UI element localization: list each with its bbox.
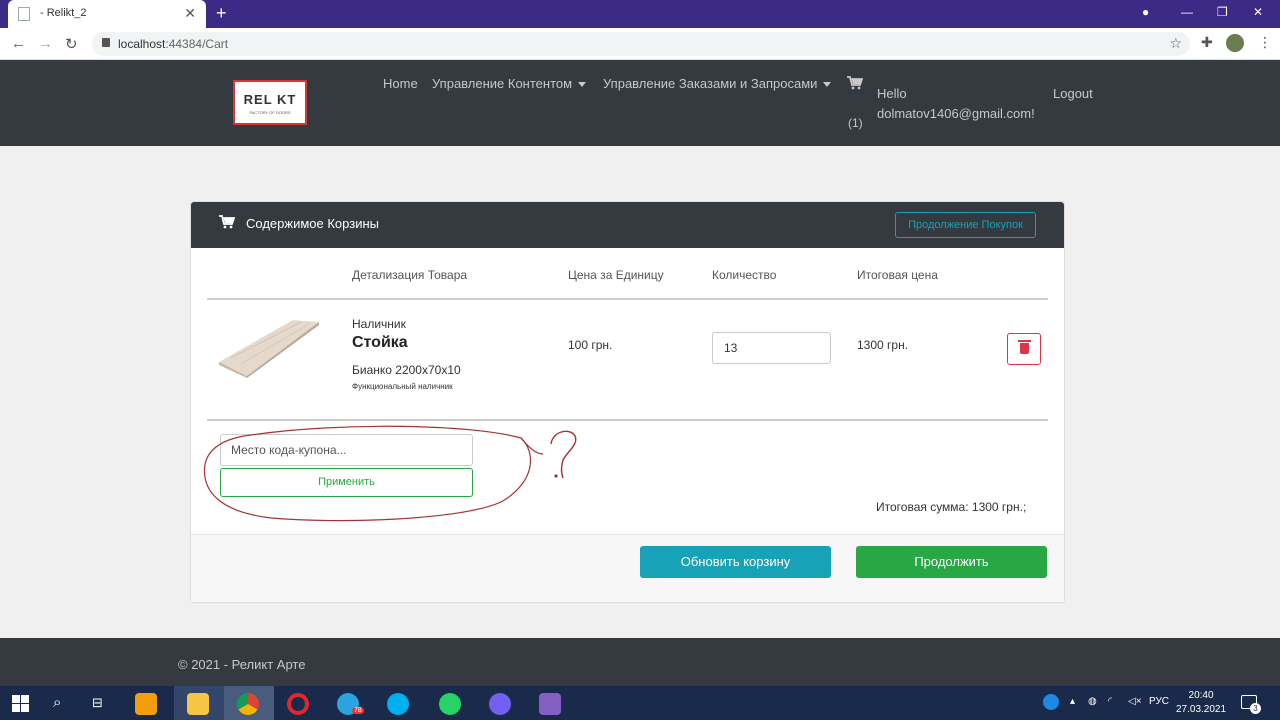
cart-card-header: Содержимое Корзины Продолжение Покупок [191, 202, 1064, 248]
logo-text: REL KT [243, 92, 297, 107]
star-icon[interactable]: ☆ [1169, 35, 1182, 52]
new-tab-icon[interactable]: + [216, 3, 227, 24]
column-header-quantity: Количество [712, 268, 777, 282]
reload-icon[interactable]: ↻ [65, 35, 78, 53]
trash-lid [1018, 340, 1031, 342]
wifi-icon[interactable]: ◜ [1108, 696, 1112, 707]
grand-total: Итоговая сумма: 1300 грн.; [876, 500, 1027, 514]
site-footer: © 2021 - Реликт Арте [0, 638, 1280, 686]
chevron-down-icon [823, 82, 832, 88]
product-image[interactable] [217, 318, 321, 378]
line-total: 1300 грн. [857, 338, 909, 352]
logo-subtitle: FACTORY OF DOORS [249, 110, 291, 115]
whatsapp-icon[interactable] [426, 686, 476, 720]
telegram-icon[interactable]: 78 [324, 686, 374, 720]
forward-icon[interactable]: → [38, 35, 53, 52]
product-name[interactable]: Стойка [352, 334, 408, 352]
puzzle-icon[interactable]: ✚ [1201, 34, 1213, 51]
proceed-button[interactable]: Продолжить [856, 546, 1047, 578]
quantity-input[interactable] [712, 332, 831, 364]
nav-content-dropdown[interactable]: Управление Контентом [432, 76, 587, 91]
divider [207, 298, 1048, 300]
lock-icon [102, 38, 110, 47]
cart-icon [219, 215, 236, 233]
url-input[interactable]: localhost:44384/Cart ☆ [92, 32, 1190, 56]
notification-count-badge: 3 [1250, 703, 1261, 714]
logout-link[interactable]: Logout [1053, 86, 1093, 101]
network-icon[interactable]: ◍ [1088, 696, 1097, 707]
cart-card-footer: Обновить корзину Продолжить [191, 534, 1064, 602]
browser-tab[interactable]: - Relikt_2 ✕ [8, 0, 206, 28]
cart-icon[interactable] [847, 76, 864, 93]
skype-icon[interactable] [374, 686, 424, 720]
site-logo[interactable]: REL KT FACTORY OF DOORS [233, 80, 307, 125]
viber-icon[interactable] [476, 686, 526, 720]
opera-icon[interactable] [274, 686, 324, 720]
column-header-total: Итоговая цена [857, 268, 938, 282]
user-greeting[interactable]: Hello dolmatov1406@gmail.com! [877, 84, 1035, 124]
language-indicator[interactable]: РУС [1149, 696, 1169, 707]
minimize-icon[interactable]: — [1181, 5, 1193, 19]
tab-title: - Relikt_2 [40, 7, 87, 19]
continue-shopping-button[interactable]: Продолжение Покупок [895, 212, 1036, 238]
cart-card: Содержимое Корзины Продолжение Покупок Д… [190, 201, 1065, 603]
chrome-icon[interactable] [224, 686, 274, 720]
remove-item-button[interactable] [1007, 333, 1041, 365]
visual-studio-icon[interactable] [526, 686, 576, 720]
close-tab-icon[interactable]: ✕ [184, 5, 196, 22]
clock[interactable]: 20:40 27.03.2021 [1176, 689, 1226, 717]
sublime-text-icon[interactable] [122, 686, 172, 720]
update-cart-button[interactable]: Обновить корзину [640, 546, 831, 578]
column-header-unit-price: Цена за Единицу [568, 268, 664, 282]
unit-price: 100 грн. [568, 338, 613, 352]
cart-title: Содержимое Корзины [246, 216, 379, 231]
help-icon[interactable] [1043, 694, 1059, 710]
cart-count-badge[interactable]: (1) [848, 116, 863, 130]
address-bar: ← → ↻ localhost:44384/Cart ☆ ✚ ⋮ [0, 28, 1280, 60]
chevron-up-icon[interactable]: ▴ [1070, 696, 1075, 707]
product-type: Наличник [352, 317, 406, 331]
column-header-details: Детализация Товара [352, 268, 468, 282]
product-variant: Бианко 2200x70x10 [352, 363, 461, 377]
chevron-down-icon [578, 82, 587, 88]
close-window-icon[interactable]: ✕ [1253, 5, 1263, 19]
copyright: © 2021 - Реликт Арте [178, 657, 306, 672]
url-text: localhost:44384/Cart [118, 37, 229, 51]
profile-menu-icon[interactable]: ● [1142, 5, 1149, 19]
taskbar: ⌕ ⊟ 78 ▴ ◍ ◜ ◁× РУС 20:40 27.03.2021 3 [0, 686, 1280, 720]
browser-tab-bar: - Relikt_2 ✕ + ● — ❐ ✕ [0, 0, 1280, 28]
volume-icon[interactable]: ◁× [1128, 696, 1142, 707]
telegram-badge: 78 [352, 707, 364, 714]
divider [207, 419, 1048, 421]
product-description: Функциональный наличник [352, 382, 453, 391]
page-favicon-icon [18, 7, 30, 21]
apply-coupon-button[interactable]: Применить [220, 468, 473, 497]
file-explorer-icon[interactable] [174, 686, 224, 720]
avatar[interactable] [1226, 34, 1244, 52]
more-menu-icon[interactable]: ⋮ [1258, 34, 1272, 51]
site-header: REL KT FACTORY OF DOORS Home Управление … [0, 60, 1280, 146]
trash-icon [1020, 343, 1029, 354]
back-icon[interactable]: ← [11, 35, 26, 52]
coupon-input[interactable] [220, 434, 473, 466]
nav-home[interactable]: Home [383, 76, 418, 91]
maximize-icon[interactable]: ❐ [1217, 5, 1228, 19]
nav-orders-dropdown[interactable]: Управление Заказами и Запросами [603, 76, 832, 91]
